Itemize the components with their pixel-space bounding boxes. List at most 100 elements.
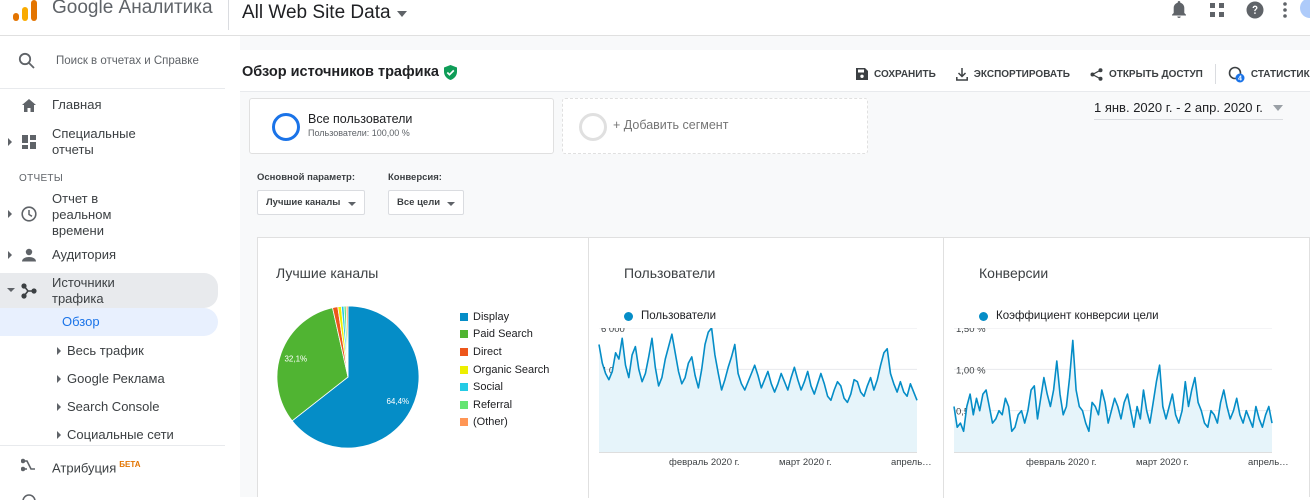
sidebar-item-label: Специальные отчеты: [52, 126, 136, 157]
actions-divider: [1214, 64, 1216, 84]
sidebar-subitem-overview[interactable]: Обзор: [0, 308, 218, 336]
download-icon: [955, 67, 968, 81]
insights-button[interactable]: 4 СТАТИСТИК: [1228, 66, 1310, 83]
insights-badge: 4: [1238, 75, 1242, 82]
sidebar-subitem-label: Весь трафик: [67, 343, 144, 358]
conversion-select[interactable]: Все цели: [388, 190, 464, 215]
header-divider: [228, 0, 229, 30]
insights-button-label: СТАТИСТИК: [1250, 68, 1310, 80]
x-tick-label: апрель…: [1248, 457, 1289, 468]
pie-value-label: 64,4%: [386, 397, 409, 406]
users-panel: Пользователи Пользователи 6 0004 0002 00…: [588, 238, 943, 498]
more-vert-icon[interactable]: [1274, 0, 1296, 20]
segment-all-users[interactable]: Все пользователи Пользователи: 100,00 %: [249, 98, 554, 154]
acquisition-icon: [20, 282, 38, 300]
main-content: Обзор источников трафика СОХРАНИТЬ ЭКСПО…: [240, 36, 1310, 498]
sidebar-item-attribution[interactable]: Атрибуция БЕТА: [0, 453, 218, 477]
save-button[interactable]: СОХРАНИТЬ: [856, 68, 936, 80]
primary-dimension-select[interactable]: Лучшие каналы: [257, 190, 365, 215]
chevron-down-icon: [447, 202, 455, 206]
insights-icon: 4: [1228, 66, 1245, 82]
account-selector-label: All Web Site Data: [242, 2, 391, 23]
sidebar: Поиск в отчетах и Справке Главная Специа…: [0, 36, 225, 500]
sidebar-item-label: Атрибуция: [52, 460, 117, 476]
chevron-down-icon: [1272, 104, 1283, 111]
conversion-label: Конверсия:: [388, 172, 442, 183]
conversions-series-name: Коэффициент конверсии цели: [996, 310, 1159, 322]
y-tick-label: 1,00 %: [956, 365, 986, 376]
overview-charts: Лучшие каналы 64,4% 32,1% Display Paid Sea…: [257, 237, 1310, 498]
y-tick-label: 6 000: [601, 328, 625, 335]
top-channels-title: Лучшие каналы: [276, 265, 379, 281]
pie-value-label: 32,1%: [284, 354, 307, 363]
chevron-right-icon: [57, 431, 61, 439]
top-icons: [1160, 0, 1310, 20]
sidebar-item-label: Аудитория: [52, 247, 117, 262]
add-segment-label: + Добавить сегмент: [613, 118, 729, 132]
legend-label: Display: [473, 310, 510, 323]
date-range-picker[interactable]: 1 янв. 2020 г. - 2 апр. 2020 г.: [1094, 100, 1283, 120]
legend-label: Organic Search: [473, 363, 550, 376]
conversions-chart-title: Конверсии: [979, 265, 1049, 281]
chevron-right-icon: [57, 403, 61, 411]
top-bar: Google Аналитика All Web Site Data: [0, 0, 1310, 36]
sidebar-divider: [0, 88, 225, 89]
legend-item[interactable]: (Other): [460, 414, 549, 432]
apps-grid-icon[interactable]: [1198, 0, 1236, 20]
verified-shield-icon: [443, 64, 457, 80]
help-icon[interactable]: [1236, 0, 1274, 20]
search-input[interactable]: Поиск в отчетах и Справке: [56, 55, 201, 67]
series-dot: [624, 311, 633, 321]
beta-badge: БЕТА: [119, 460, 141, 469]
chevron-down-icon: [348, 202, 356, 206]
sidebar-item-acquisition[interactable]: Источники трафика: [0, 273, 218, 308]
dashboard-icon: [20, 133, 38, 151]
legend-item[interactable]: Direct: [460, 343, 549, 361]
chevron-right-icon: [57, 375, 61, 383]
sidebar-item-cut-off[interactable]: [0, 490, 218, 500]
series-dot: [979, 311, 988, 321]
save-button-label: СОХРАНИТЬ: [874, 68, 936, 80]
bell-icon[interactable]: [1160, 0, 1198, 20]
legend-label: Direct: [473, 345, 502, 358]
discover-icon: [20, 492, 38, 500]
avatar[interactable]: [1296, 0, 1310, 20]
account-selector[interactable]: All Web Site Data: [242, 2, 407, 24]
legend-item[interactable]: Referral: [460, 396, 549, 414]
analytics-logo-icon[interactable]: [12, 0, 38, 22]
segment-ring-icon: [272, 113, 300, 141]
users-line-chart: 6 0004 0002 000февраль 2020 г.март 2020 …: [598, 328, 932, 468]
sidebar-item-realtime[interactable]: Отчет в реальном времени: [0, 190, 218, 238]
primary-dimension-value: Лучшие каналы: [266, 197, 341, 208]
conversion-value: Все цели: [397, 197, 441, 208]
chevron-down-icon: [396, 11, 407, 17]
sidebar-item-label: Отчет в реальном времени: [52, 191, 112, 238]
segment-subtitle: Пользователи: 100,00 %: [308, 128, 410, 138]
sidebar-item-custom-reports[interactable]: Специальные отчеты: [0, 124, 218, 160]
legend-item[interactable]: Paid Search: [460, 326, 549, 344]
sidebar-item-audience[interactable]: Аудитория: [0, 244, 218, 266]
legend-swatch: [460, 418, 468, 427]
legend-item[interactable]: Organic Search: [460, 361, 549, 379]
search-icon: [18, 52, 35, 69]
export-button[interactable]: ЭКСПОРТИРОВАТЬ: [955, 67, 1070, 81]
add-segment-button[interactable]: + Добавить сегмент: [562, 98, 868, 154]
sidebar-item-home[interactable]: Главная: [0, 94, 218, 116]
legend-label: Referral: [473, 398, 513, 411]
page-title-text: Обзор источников трафика: [242, 64, 439, 80]
sidebar-subitem-all-traffic[interactable]: Весь трафик: [0, 338, 218, 364]
share-button[interactable]: ОТКРЫТЬ ДОСТУП: [1090, 67, 1203, 81]
conversions-line-chart: 1,50 %1,00 %0,50 %февраль 2020 г.март 20…: [953, 328, 1289, 468]
sidebar-search[interactable]: Поиск в отчетах и Справке: [0, 50, 225, 74]
section-label-reports: ОТЧЕТЫ: [19, 173, 63, 184]
share-icon: [1090, 67, 1103, 81]
users-series-legend: Пользователи: [624, 310, 716, 322]
sidebar-subitem-google-ads[interactable]: Google Реклама: [0, 366, 218, 392]
report-actions: СОХРАНИТЬ ЭКСПОРТИРОВАТЬ ОТКРЫТЬ ДОСТУП …: [856, 64, 1310, 84]
sidebar-subitem-search-console[interactable]: Search Console: [0, 394, 218, 420]
users-chart-title: Пользователи: [624, 265, 716, 281]
legend-item[interactable]: Display: [460, 308, 549, 326]
legend-swatch: [460, 347, 468, 356]
chevron-right-icon: [8, 251, 12, 259]
legend-item[interactable]: Social: [460, 378, 549, 396]
